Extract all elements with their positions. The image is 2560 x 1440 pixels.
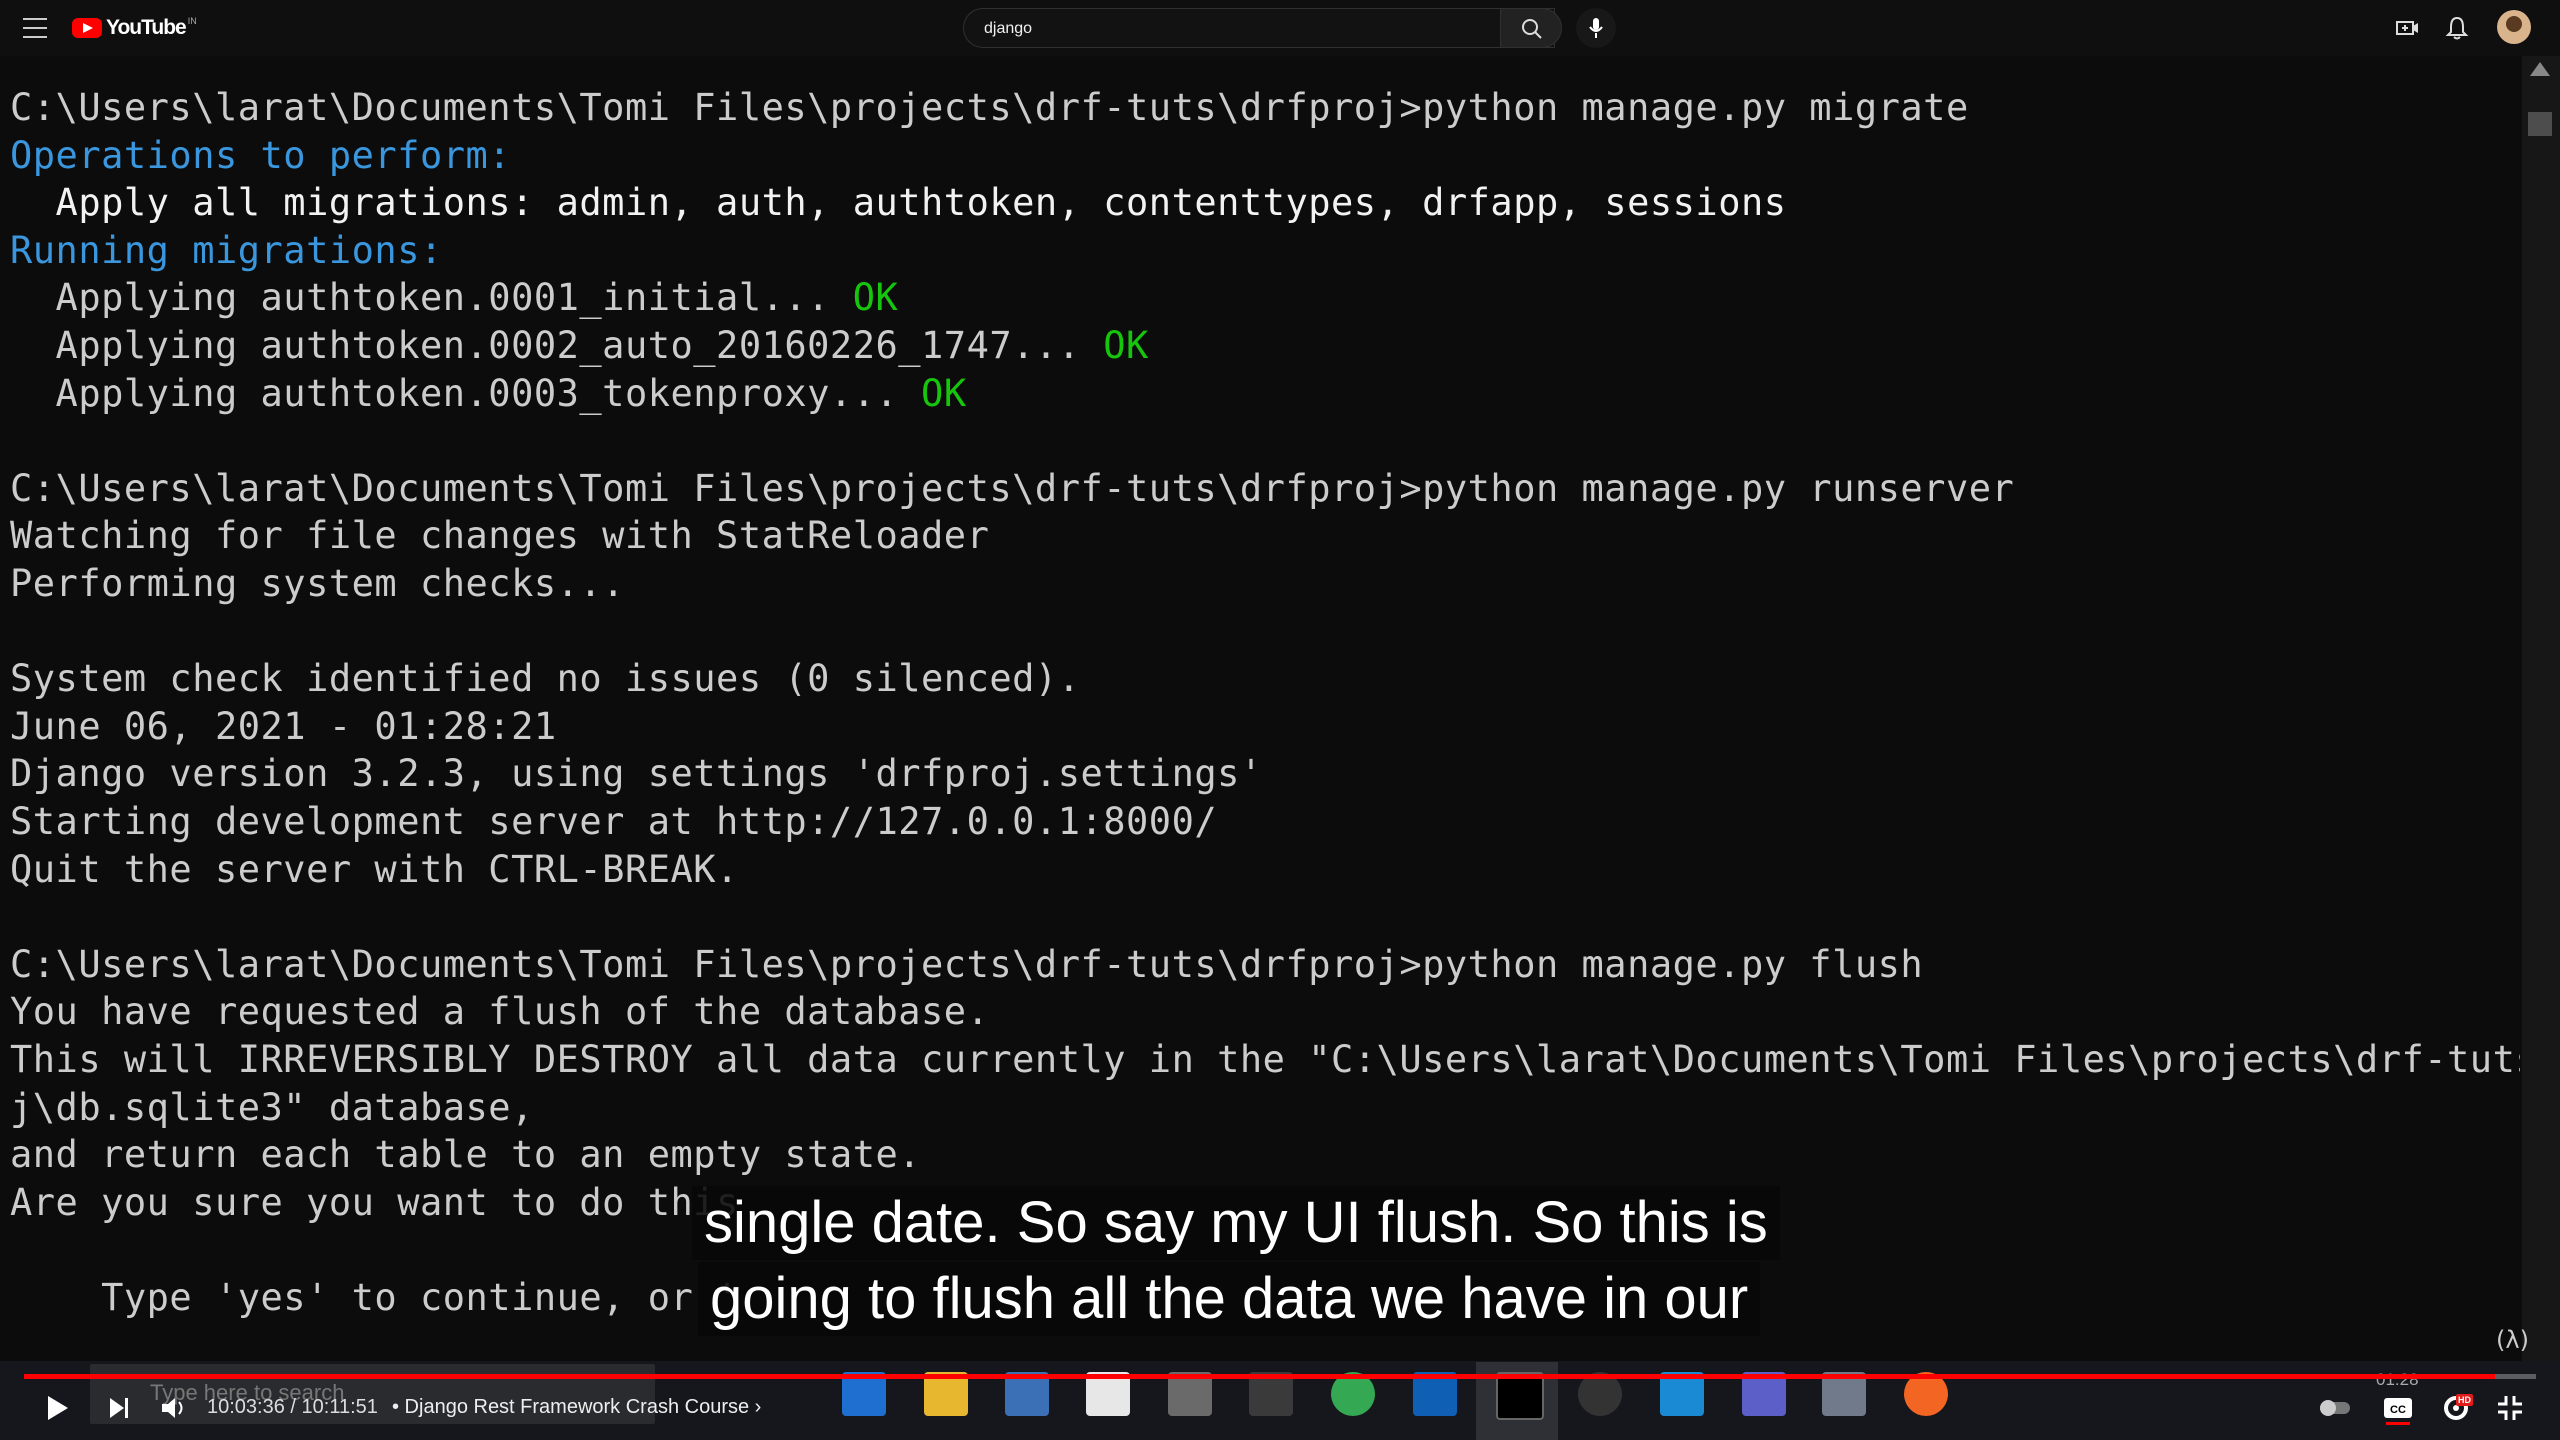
terminal-line: Applying authtoken.0003_tokenproxy... OK [10, 372, 967, 415]
terminal-line: This will IRREVERSIBLY DESTROY all data … [10, 1038, 2520, 1081]
youtube-logo[interactable]: YouTube IN [72, 14, 197, 42]
caption-line-1: single date. So say my UI flush. So this… [692, 1186, 1780, 1260]
youtube-play-icon [72, 18, 102, 38]
terminal-line: j\db.sqlite3" database, [10, 1086, 534, 1129]
mic-icon [1589, 18, 1603, 38]
terminal-line: C:\Users\larat\Documents\Tomi Files\proj… [10, 86, 1969, 129]
hd-badge: HD [2456, 1394, 2473, 1406]
terminal-line: Watching for file changes with StatReloa… [10, 514, 989, 557]
terminal-line: C:\Users\larat\Documents\Tomi Files\proj… [10, 943, 1923, 986]
terminal-line-text: Type 'yes' to continue, or ' [10, 1276, 739, 1319]
avatar[interactable] [2497, 10, 2531, 44]
search-box [963, 8, 1555, 48]
terminal-line-text: Are you sure you want to do this [10, 1180, 739, 1224]
terminal-line-text: This will IRREVERSIBLY DESTROY all data … [10, 1038, 2520, 1081]
tray-clock: 01:28 [2376, 1370, 2419, 1389]
terminal-line: Django version 3.2.3, using settings 'dr… [10, 752, 1263, 795]
scroll-up-arrow-icon[interactable] [2530, 62, 2550, 76]
scroll-thumb[interactable] [2528, 112, 2552, 136]
fullscreen-exit-icon[interactable] [2490, 1388, 2530, 1428]
terminal-line-text: Applying authtoken.0001_initial... [10, 276, 853, 320]
terminal-line: You have requested a flush of the databa… [10, 990, 989, 1033]
logo-text: YouTube [106, 16, 187, 39]
terminal-ok-status: OK [852, 276, 899, 320]
terminal-line-text: Operations to perform: [10, 133, 512, 177]
terminal-line: Type 'yes' to continue, or ' [10, 1276, 739, 1319]
terminal-line-text: Applying authtoken.0003_tokenproxy... [10, 371, 922, 415]
terminal-line: Starting development server at http://12… [10, 800, 1217, 843]
terminal-line: Applying authtoken.0001_initial... OK [10, 276, 898, 319]
terminal-line: Operations to perform: [10, 134, 511, 177]
search-icon [1522, 19, 1542, 39]
terminal-line-text: C:\Users\larat\Documents\Tomi Files\proj… [10, 942, 1924, 986]
terminal-line: Applying authtoken.0002_auto_20160226_17… [10, 324, 1149, 367]
country-code: IN [187, 16, 197, 26]
terminal-line: June 06, 2021 - 01:28:21 [10, 705, 557, 748]
voice-search-button[interactable] [1576, 8, 1616, 48]
terminal-ok-status: OK [921, 371, 967, 415]
terminal-line-text: Watching for file changes with StatReloa… [10, 514, 990, 558]
terminal-line-text: System check identified no issues (0 sil… [10, 657, 1081, 701]
terminal-window: C:\Users\larat\Documents\Tomi Files\proj… [0, 56, 2520, 1361]
terminal-ok-status: OK [1103, 324, 1149, 367]
terminal-line-text: j\db.sqlite3" database, [10, 1085, 534, 1129]
terminal-line-text: Running migrations: [10, 228, 443, 272]
chapter-title[interactable]: • Django Rest Framework Crash Course › [392, 1396, 761, 1419]
terminal-scrollbar[interactable] [2522, 56, 2560, 1361]
volume-icon[interactable] [154, 1388, 194, 1428]
search-input[interactable] [982, 17, 1426, 41]
channel-watermark-icon[interactable]: (λ) [2496, 1326, 2536, 1366]
subtitles-icon[interactable]: CC [2378, 1388, 2418, 1428]
terminal-line-text: Django version 3.2.3, using settings 'dr… [10, 752, 1263, 796]
terminal-line-text: Apply all migrations: admin, auth, autht… [10, 181, 1787, 225]
terminal-icon [1496, 1372, 1544, 1420]
bell-icon[interactable] [2443, 14, 2471, 42]
next-icon[interactable] [98, 1388, 138, 1428]
terminal-line-text: and return each table to an empty state. [10, 1133, 922, 1177]
terminal-line-text: June 06, 2021 - 01:28:21 [10, 704, 557, 748]
terminal-line: Running migrations: [10, 229, 443, 272]
terminal-line-text: Starting development server at http://12… [10, 800, 1218, 843]
terminal-line-text: C:\Users\larat\Documents\Tomi Files\proj… [10, 466, 2015, 510]
terminal-line: Quit the server with CTRL-BREAK. [10, 848, 739, 891]
play-icon[interactable] [36, 1388, 76, 1428]
terminal-line: C:\Users\larat\Documents\Tomi Files\proj… [10, 467, 2014, 510]
terminal-line: Apply all migrations: admin, auth, autht… [10, 181, 1787, 224]
terminal-line: and return each table to an empty state. [10, 1133, 921, 1176]
terminal-line-text: C:\Users\larat\Documents\Tomi Files\proj… [10, 86, 1969, 129]
terminal-line: Are you sure you want to do this [10, 1181, 739, 1224]
terminal-line-text: You have requested a flush of the databa… [10, 990, 990, 1034]
terminal-line-text: Quit the server with CTRL-BREAK. [10, 847, 739, 891]
svg-text:CC: CC [2390, 1404, 2406, 1416]
progress-bar-played [24, 1374, 2495, 1379]
terminal-line: System check identified no issues (0 sil… [10, 657, 1080, 700]
menu-icon[interactable] [20, 14, 50, 42]
time-display: 10:03:36 / 10:11:51 [207, 1396, 378, 1418]
terminal-line: Performing system checks... [10, 562, 625, 605]
youtube-masthead: YouTube IN [0, 0, 2560, 56]
autoplay-toggle-icon[interactable] [2316, 1388, 2356, 1428]
create-icon[interactable] [2393, 14, 2421, 42]
terminal-line-text: Applying authtoken.0002_auto_20160226_17… [10, 324, 1104, 367]
terminal-line-text: Performing system checks... [10, 562, 625, 605]
caption-line-2: going to flush all the data we have in o… [698, 1262, 1761, 1336]
search-button[interactable] [1500, 8, 1562, 48]
